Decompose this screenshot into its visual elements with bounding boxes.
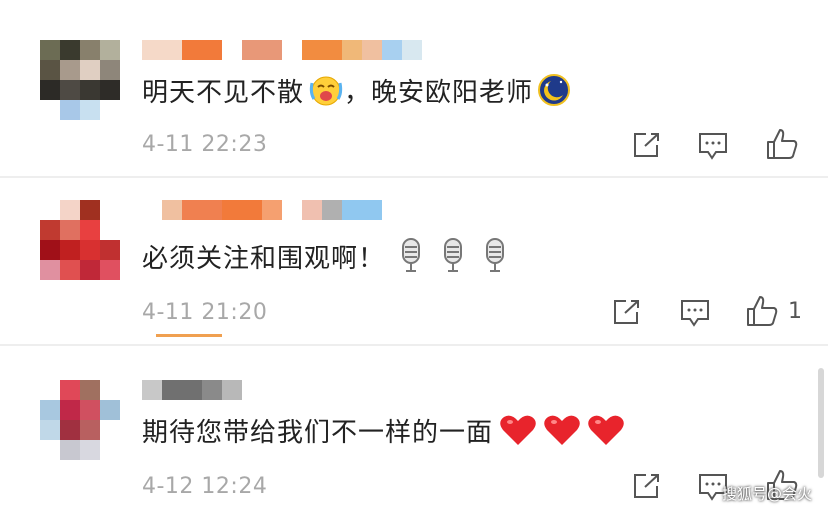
comment-text-part1: 明天不见不散 xyxy=(142,77,305,108)
moon-emoji-icon xyxy=(538,74,571,106)
microphone-emoji-icon xyxy=(444,238,463,272)
avatar[interactable] xyxy=(40,40,120,120)
microphone-emoji-icon xyxy=(402,238,421,272)
microphone-emoji-icon xyxy=(486,238,505,272)
username-blurred[interactable] xyxy=(142,200,382,220)
heart-emoji-icon xyxy=(544,415,580,445)
comment-timestamp: 4-12 12:24 xyxy=(142,474,268,499)
comment-item: 必须关注和围观啊！ 4-11 21:20 1 xyxy=(0,178,828,344)
heart-emoji-icon xyxy=(500,415,536,445)
share-icon[interactable] xyxy=(632,131,662,159)
comment-icon[interactable] xyxy=(680,298,710,328)
comment-text: 必须关注和围观啊！ xyxy=(142,236,509,276)
comment-timestamp: 4-11 22:23 xyxy=(142,132,268,157)
watermark: 搜狐号@会火 xyxy=(721,485,812,503)
username-blurred[interactable] xyxy=(142,380,242,400)
comment-icon[interactable] xyxy=(698,131,728,161)
timestamp-underline xyxy=(156,334,222,337)
heart-emoji-icon xyxy=(588,415,624,445)
avatar[interactable] xyxy=(40,380,120,460)
comment-item: 明天不见不散 ，晚安欧阳老师 4-11 22:23 xyxy=(0,0,828,175)
comment-text: 明天不见不散 ，晚安欧阳老师 xyxy=(142,72,571,108)
like-count: 1 xyxy=(788,299,802,324)
avatar[interactable] xyxy=(40,200,120,280)
like-icon[interactable] xyxy=(746,295,778,327)
comment-text-part2: ，晚安欧阳老师 xyxy=(344,77,534,108)
username-blurred[interactable] xyxy=(142,40,422,60)
comment-text: 期待您带给我们不一样的一面 xyxy=(142,410,625,450)
scrollbar[interactable] xyxy=(818,368,824,478)
crying-laughing-emoji-icon xyxy=(309,76,343,106)
comment-text-part1: 期待您带给我们不一样的一面 xyxy=(142,417,494,448)
comment-text-part1: 必须关注和围观啊！ xyxy=(142,243,386,274)
like-icon[interactable] xyxy=(766,128,798,160)
comment-item: 期待您带给我们不一样的一面 4-12 12:24 xyxy=(0,346,828,512)
share-icon[interactable] xyxy=(632,472,662,500)
comment-timestamp: 4-11 21:20 xyxy=(142,300,268,325)
share-icon[interactable] xyxy=(612,298,642,326)
